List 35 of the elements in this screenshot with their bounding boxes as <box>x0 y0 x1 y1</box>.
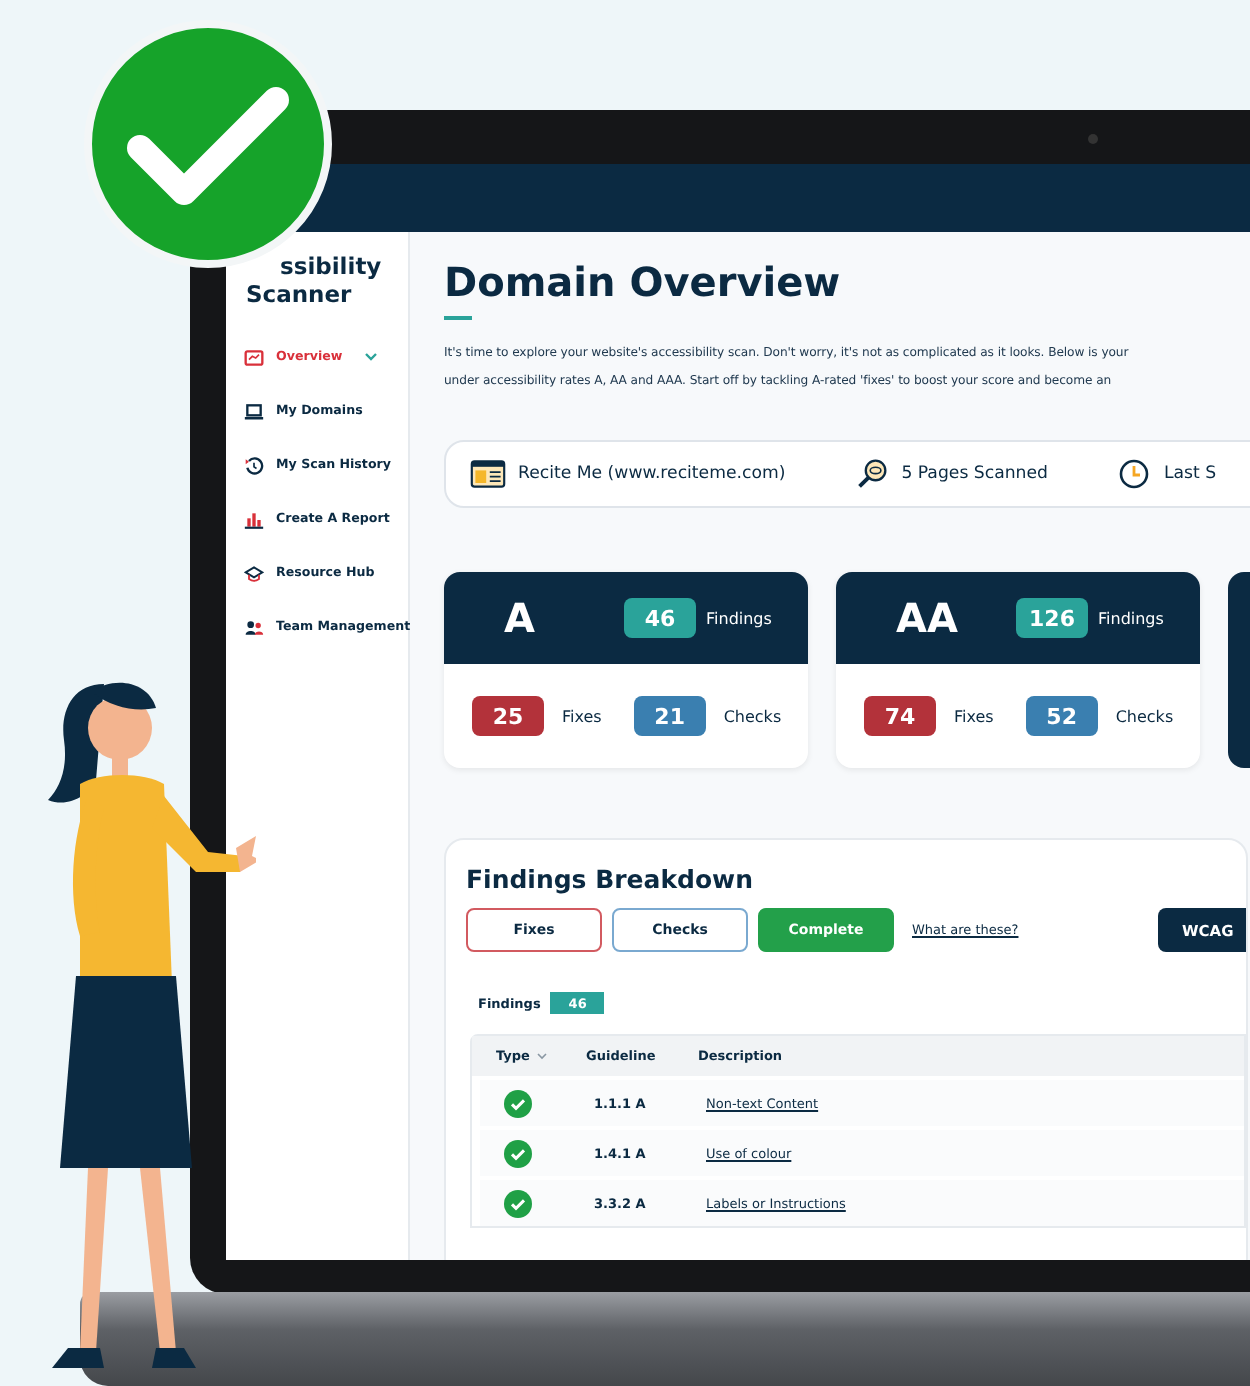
checks-count: 52 <box>1025 696 1098 736</box>
section-title: Findings Breakdown <box>466 864 755 896</box>
magnifier-icon <box>853 458 890 490</box>
check-circle-icon <box>504 1089 532 1117</box>
chevron-down-icon <box>364 352 379 362</box>
checks-count: 21 <box>633 696 706 736</box>
team-icon <box>244 617 264 637</box>
fixes-count: 25 <box>472 696 544 736</box>
chevron-down-icon <box>535 1052 548 1060</box>
info-text: Last S <box>1163 464 1217 484</box>
laptop-icon <box>244 401 264 421</box>
app-title: ssibility Scanner <box>244 252 384 308</box>
info-text: 5 Pages Scanned <box>901 464 1048 484</box>
browser-window-icon <box>470 458 506 490</box>
dashboard-icon <box>244 347 264 367</box>
page-title: Domain Overview <box>444 256 843 308</box>
checks-label: Checks <box>1115 707 1174 725</box>
check-circle-icon <box>504 1139 532 1167</box>
check-circle-icon <box>504 1189 532 1217</box>
clock-icon <box>1115 458 1152 490</box>
title-underline <box>444 316 472 320</box>
level-label: A <box>504 594 537 642</box>
chart-icon <box>244 509 264 529</box>
info-text: Recite Me (www.reciteme.com) <box>518 464 786 484</box>
findings-label: Findings <box>706 609 772 627</box>
fixes-count: 74 <box>864 696 936 736</box>
webcam-dot <box>1088 134 1098 144</box>
fixes-label: Fixes <box>954 707 994 725</box>
checks-label: Checks <box>723 707 782 725</box>
fixes-label: Fixes <box>562 707 602 725</box>
findings-label: Findings <box>1098 609 1164 627</box>
level-label: AA <box>896 594 960 642</box>
history-icon <box>244 455 264 475</box>
findings-count: 46 <box>624 598 696 638</box>
findings-count: 126 <box>1016 598 1088 638</box>
